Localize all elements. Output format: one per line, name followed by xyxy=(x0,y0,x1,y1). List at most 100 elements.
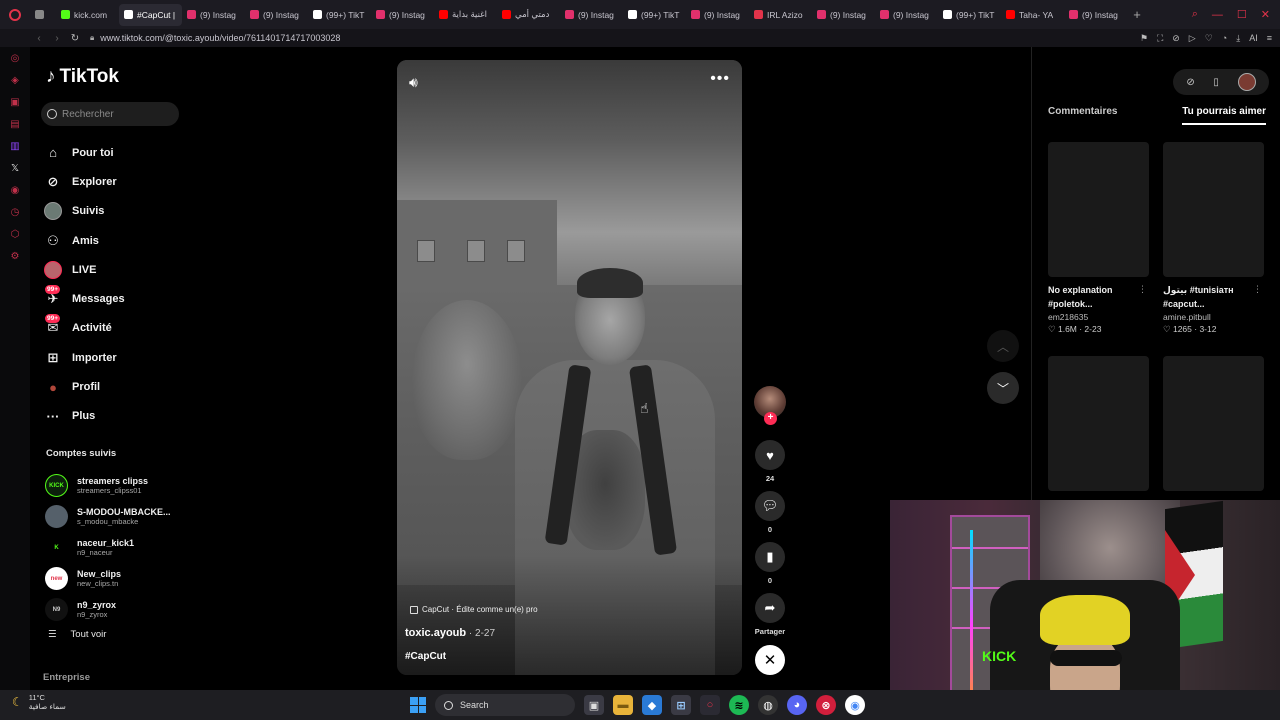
sidebar-chat-icon[interactable]: ▣ xyxy=(9,97,21,109)
browser-tab[interactable]: (9) Instag xyxy=(1064,4,1127,26)
nav-item-messages[interactable]: ✈ 99+ Messages xyxy=(44,284,194,313)
minimize-button[interactable]: — xyxy=(1212,9,1223,21)
next-video-button[interactable]: ﹀ xyxy=(987,372,1019,404)
opera-menu-button[interactable] xyxy=(0,0,30,29)
browser-tab[interactable]: (9) Instag xyxy=(182,4,245,26)
nav-item-friends[interactable]: ⚇ Amis xyxy=(44,226,194,255)
file-explorer-icon[interactable]: ▬ xyxy=(613,695,633,715)
card-thumbnail[interactable] xyxy=(1048,356,1149,491)
spotify-icon[interactable]: ≋ xyxy=(729,695,749,715)
tab-comments[interactable]: Commentaires xyxy=(1048,106,1117,125)
adblock-icon[interactable]: ⊘ xyxy=(1172,33,1180,44)
new-tab-button[interactable]: + xyxy=(1127,7,1147,22)
card-more-icon[interactable]: ⋮ xyxy=(1138,284,1147,295)
followed-account[interactable]: new New_clips new_clips.tn xyxy=(45,563,195,594)
chrome-icon[interactable]: ◉ xyxy=(845,695,865,715)
suggestion-card[interactable]: بيتول #tunisiaтн #capcut... amine.pitbull… xyxy=(1163,142,1264,335)
author-name[interactable]: toxic.ayoub xyxy=(405,627,466,639)
maximize-button[interactable]: ☐ xyxy=(1237,8,1247,21)
sidebar-player-icon[interactable]: ◉ xyxy=(9,185,21,197)
nav-item-home[interactable]: ⌂ Pour toi xyxy=(44,138,194,167)
card-thumbnail[interactable] xyxy=(1048,142,1149,277)
url-field[interactable]: www.tiktok.com/@toxic.ayoub/video/761140… xyxy=(100,33,340,43)
account-icon[interactable]: ◔ xyxy=(1222,33,1227,44)
browser-tab[interactable]: (9) Instag xyxy=(560,4,623,26)
discord-icon[interactable]: ◕ xyxy=(787,695,807,715)
compass-icon[interactable]: ⊘ xyxy=(1186,77,1194,88)
browser-tab[interactable]: (99+) TikT xyxy=(623,4,686,26)
settings-icon[interactable]: ⚙ xyxy=(9,251,21,263)
browser-tab[interactable] xyxy=(30,4,56,26)
snapshot-icon[interactable]: ⛶ xyxy=(1157,33,1163,44)
search-input[interactable]: Rechercher xyxy=(41,102,179,126)
suggestion-card[interactable] xyxy=(1163,356,1264,491)
history-icon[interactable]: ◷ xyxy=(9,207,21,219)
comment-button[interactable]: 💬︎ xyxy=(755,491,785,521)
browser-tab[interactable]: (9) Instag xyxy=(371,4,434,26)
nav-item-avatar[interactable]: Suivis xyxy=(44,197,194,226)
browser-tab[interactable]: Taha- YA xyxy=(1001,4,1064,26)
video-hashtag[interactable]: #CapCut xyxy=(405,651,446,662)
extensions-icon[interactable]: ⬡ xyxy=(9,229,21,241)
nav-item-compass[interactable]: ⊘ Explorer xyxy=(44,167,194,196)
capcut-tag[interactable]: CapCut · Édite comme un(e) pro xyxy=(410,605,538,614)
volume-icon[interactable]: 🔊︎ xyxy=(409,74,418,91)
card-thumbnail[interactable] xyxy=(1163,142,1264,277)
app-red-icon[interactable]: ⊗ xyxy=(816,695,836,715)
capcut-icon[interactable]: ✕ xyxy=(755,645,785,675)
twitch-icon[interactable]: ▥ xyxy=(9,141,21,153)
browser-tab[interactable]: kick.com xyxy=(56,4,119,26)
share-button[interactable]: ➦ xyxy=(755,593,785,623)
browser-tab[interactable]: اغنية بداية xyxy=(434,4,497,26)
browser-tab[interactable]: (99+) TikT xyxy=(308,4,371,26)
card-thumbnail[interactable] xyxy=(1163,356,1264,491)
sidebar-music-icon[interactable]: ▤ xyxy=(9,119,21,131)
more-options-icon[interactable]: ••• xyxy=(710,70,730,88)
download-icon[interactable]: ⤓ xyxy=(1236,33,1240,44)
browser-tab[interactable]: (9) Instag xyxy=(875,4,938,26)
opera-icon[interactable]: ○ xyxy=(700,695,720,715)
tiktok-logo[interactable]: ♪ TikTok xyxy=(46,66,119,88)
taskbar-search[interactable]: Search xyxy=(435,694,575,716)
suggestion-card[interactable]: No explanation #poletok... em218635 ♡ 1.6M… xyxy=(1048,142,1149,335)
save-button[interactable]: ▮ xyxy=(755,542,785,572)
browser-tab[interactable]: #CapCut | Tik xyxy=(119,3,182,26)
nav-item-activity[interactable]: ✉ 99+ Activité xyxy=(44,314,194,343)
followed-account[interactable]: S-MODOU-MBACKE... s_modou_mbacke xyxy=(45,501,195,532)
browser-tab[interactable]: (99+) TikT xyxy=(938,4,1001,26)
suggestion-card[interactable] xyxy=(1048,356,1149,491)
task-view-icon[interactable]: ▣ xyxy=(584,695,604,715)
browser-tab[interactable]: (9) Instag xyxy=(812,4,875,26)
store-icon[interactable]: ⊞ xyxy=(671,695,691,715)
search-tabs-icon[interactable]: ⌕ xyxy=(1192,8,1198,21)
like-button[interactable]: ♥ xyxy=(755,440,785,470)
video-player[interactable]: 🔊︎ ••• ☝︎ CapCut · Édite comme un(e) pro… xyxy=(397,60,742,675)
tab-suggestions[interactable]: Tu pourrais aimer xyxy=(1182,106,1266,125)
weather-widget[interactable]: ☾ 11°C سماء صافية xyxy=(12,693,66,711)
card-more-icon[interactable]: ⋮ xyxy=(1253,284,1262,295)
heart-icon[interactable]: ♡ xyxy=(1205,33,1213,44)
ai-button[interactable]: AI xyxy=(1249,33,1258,44)
forward-button[interactable]: › xyxy=(48,33,66,44)
browser-tab[interactable]: دمتي أمي xyxy=(497,4,560,26)
nav-item-live[interactable]: LIVE xyxy=(44,255,194,284)
nav-item-profile[interactable]: ● Profil xyxy=(44,372,194,401)
browser-tab[interactable]: (9) Instag xyxy=(686,4,749,26)
followed-account[interactable]: N9 n9_zyrox n9_zyrox xyxy=(45,594,195,625)
device-icon[interactable]: ▯ xyxy=(1213,77,1219,88)
bookmark-icon[interactable]: ⚑ xyxy=(1140,33,1148,44)
reload-button[interactable]: ↻ xyxy=(66,33,84,44)
browser-tab[interactable]: (9) Instag xyxy=(245,4,308,26)
play-icon[interactable]: ▷ xyxy=(1189,33,1196,44)
user-avatar[interactable] xyxy=(1237,73,1256,91)
see-all-link[interactable]: ☰ Tout voir xyxy=(48,629,106,640)
video-author[interactable]: toxic.ayoub · 2-27 xyxy=(405,627,495,639)
entreprise-link[interactable]: Entreprise xyxy=(43,672,90,683)
followed-account[interactable]: Knaceur_kick1 n9_naceur xyxy=(45,532,195,563)
windows-start-icon[interactable] xyxy=(410,697,426,713)
browser-tab[interactable]: IRL Azizo xyxy=(749,4,812,26)
nav-item-upload[interactable]: ⊞ Importer xyxy=(44,343,194,372)
previous-video-button[interactable]: ︿ xyxy=(987,330,1019,362)
steam-icon[interactable]: ◍ xyxy=(758,695,778,715)
copilot-icon[interactable]: ◆ xyxy=(642,695,662,715)
